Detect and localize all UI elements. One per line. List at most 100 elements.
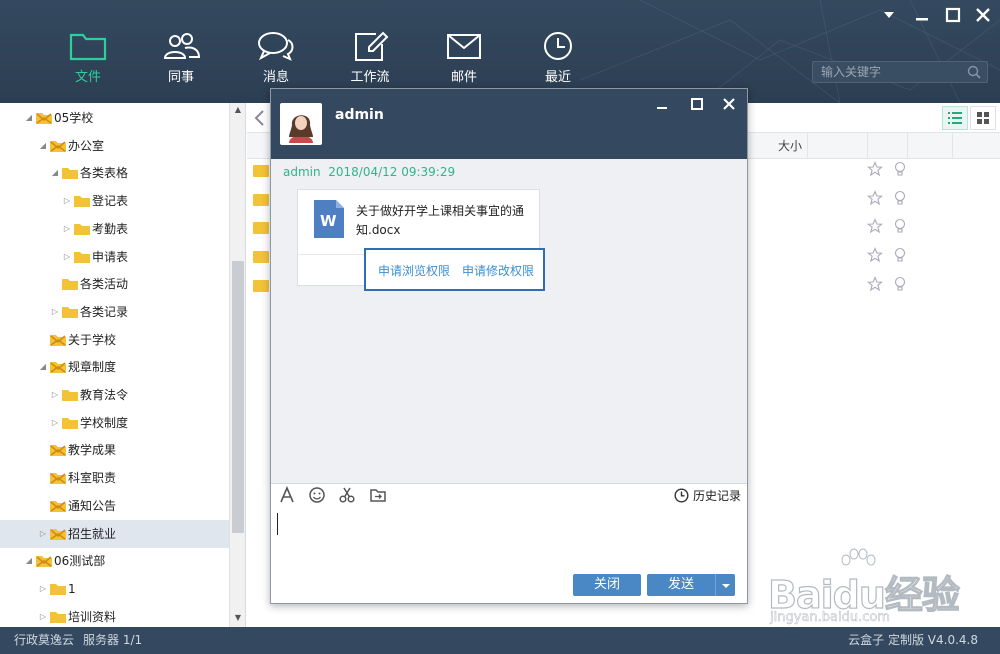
file-row-folder-icon[interactable] — [253, 251, 269, 264]
expand-arrow-icon[interactable]: ▷ — [62, 243, 72, 271]
maximize-icon[interactable] — [944, 6, 962, 24]
menu-dropdown-icon[interactable] — [880, 6, 898, 24]
star-icon[interactable] — [866, 247, 884, 263]
file-row-actions — [866, 247, 917, 263]
file-row-folder-icon[interactable] — [253, 222, 269, 235]
tree-item[interactable]: ◢ 规章制度 — [0, 353, 229, 381]
collapse-arrow-icon[interactable]: ◢ — [24, 104, 34, 132]
scroll-up-icon[interactable]: ▲ — [230, 105, 245, 114]
star-icon[interactable] — [866, 161, 884, 177]
request-view-permission-link[interactable]: 申请浏览权限 — [378, 262, 450, 279]
file-row-folder-icon[interactable] — [253, 193, 269, 206]
tree-item[interactable]: ◢ 各类表格 — [0, 159, 229, 187]
emoji-icon[interactable] — [308, 486, 326, 504]
grid-view-button[interactable] — [970, 106, 996, 130]
font-icon[interactable] — [278, 486, 296, 504]
nav-mail[interactable]: 邮件 — [431, 30, 497, 85]
tree-item[interactable]: ▷ 各类记录 — [0, 298, 229, 326]
expand-arrow-icon[interactable]: ▷ — [38, 575, 48, 603]
svg-text:W: W — [320, 212, 337, 230]
lightbulb-icon[interactable] — [893, 218, 907, 234]
tree-item[interactable]: ▷ 培训资料 — [0, 603, 229, 627]
column-divider — [807, 133, 867, 159]
folder-icon — [62, 168, 78, 180]
tree-item[interactable]: 教学成果 — [0, 436, 229, 464]
folder-icon — [74, 196, 90, 208]
close-icon[interactable] — [974, 6, 992, 24]
lightbulb-icon[interactable] — [893, 276, 907, 292]
column-size[interactable]: 大小 — [747, 133, 807, 159]
close-icon[interactable] — [721, 96, 737, 112]
lightbulb-icon[interactable] — [893, 161, 907, 177]
tree-item[interactable]: ◢ 05学校 — [0, 104, 229, 132]
tree-item[interactable]: 科室职责 — [0, 464, 229, 492]
tree-item[interactable]: ▷ 登记表 — [0, 187, 229, 215]
minimize-icon[interactable] — [913, 6, 931, 24]
search-input[interactable] — [821, 64, 961, 80]
tree-item[interactable]: ◢ 06测试部 — [0, 547, 229, 575]
collapse-arrow-icon[interactable]: ◢ — [38, 353, 48, 381]
tree-item[interactable]: 关于学校 — [0, 326, 229, 354]
file-row-folder-icon[interactable] — [253, 165, 269, 177]
send-button[interactable]: 发送 — [647, 574, 715, 596]
expand-arrow-icon[interactable]: ▷ — [62, 215, 72, 243]
shared-folder-icon — [50, 140, 66, 152]
expand-arrow-icon[interactable]: ▷ — [50, 381, 60, 409]
file-message-card[interactable]: W 关于做好开学上课相关事宜的通知.docx 申请浏览权限 申请修改权限 — [297, 189, 545, 291]
expand-arrow-icon[interactable]: ▷ — [50, 298, 60, 326]
expand-arrow-icon[interactable]: ▷ — [38, 520, 48, 548]
send-options-button[interactable] — [715, 574, 735, 596]
close-button[interactable]: 关闭 — [573, 574, 641, 596]
scrollbar-thumb[interactable] — [232, 261, 244, 533]
list-view-icon — [948, 112, 962, 124]
minimize-icon[interactable] — [654, 96, 670, 112]
nav-colleagues[interactable]: 同事 — [148, 30, 214, 85]
back-icon[interactable] — [253, 109, 267, 127]
tree-item[interactable]: ◢ 办公室 — [0, 132, 229, 160]
nav-files[interactable]: 文件 — [55, 30, 121, 85]
lightbulb-icon[interactable] — [893, 247, 907, 263]
tree-item-label: 关于学校 — [68, 332, 117, 347]
maximize-icon[interactable] — [689, 96, 705, 112]
star-icon[interactable] — [866, 218, 884, 234]
tree-item[interactable]: ▷ 1 — [0, 575, 229, 603]
expand-arrow-icon[interactable]: ▷ — [62, 187, 72, 215]
file-row-folder-icon[interactable] — [253, 279, 269, 292]
message-input[interactable] — [275, 509, 743, 571]
nav-messages[interactable]: 消息 — [243, 30, 309, 85]
collapse-arrow-icon[interactable]: ◢ — [50, 159, 60, 187]
nav-recent[interactable]: 最近 — [525, 30, 591, 85]
send-file-icon[interactable] — [369, 486, 387, 504]
star-icon[interactable] — [866, 189, 884, 206]
column-divider — [952, 133, 1000, 159]
lightbulb-icon[interactable] — [893, 190, 907, 206]
request-edit-permission-link[interactable]: 申请修改权限 — [462, 262, 534, 279]
nav-workflow-label: 工作流 — [350, 70, 390, 85]
tree-item[interactable]: 通知公告 — [0, 492, 229, 520]
file-name[interactable]: 关于做好开学上课相关事宜的通知.docx — [356, 202, 534, 240]
folder-icon — [62, 417, 78, 429]
expand-arrow-icon[interactable]: ▷ — [38, 603, 48, 627]
folder-icon — [62, 279, 78, 291]
star-icon[interactable] — [866, 275, 884, 292]
search-icon[interactable] — [967, 65, 981, 79]
tree-item[interactable]: ▷ 申请表 — [0, 243, 229, 271]
expand-arrow-icon[interactable]: ▷ — [50, 409, 60, 437]
nav-workflow[interactable]: 工作流 — [337, 30, 403, 85]
tree-item[interactable]: 各类活动 — [0, 270, 229, 298]
collapse-arrow-icon[interactable]: ◢ — [24, 547, 34, 575]
tree-item-label: 05学校 — [54, 111, 94, 125]
tree-item-label: 各类活动 — [80, 277, 129, 292]
history-button[interactable]: 历史记录 — [674, 487, 741, 504]
scroll-down-icon[interactable]: ▼ — [230, 613, 245, 622]
list-view-button[interactable] — [942, 106, 968, 130]
tree-item[interactable]: ▷ 考勤表 — [0, 215, 229, 243]
tree-scrollbar[interactable]: ▲ ▼ — [229, 103, 245, 627]
tree-item[interactable]: ▷ 教育法令 — [0, 381, 229, 409]
tree-item[interactable]: ▷ 招生就业 — [0, 519, 229, 548]
search-box[interactable] — [812, 61, 988, 83]
grid-view-icon — [977, 112, 989, 124]
scissors-icon[interactable] — [338, 486, 356, 504]
collapse-arrow-icon[interactable]: ◢ — [38, 132, 48, 160]
tree-item[interactable]: ▷ 学校制度 — [0, 409, 229, 437]
